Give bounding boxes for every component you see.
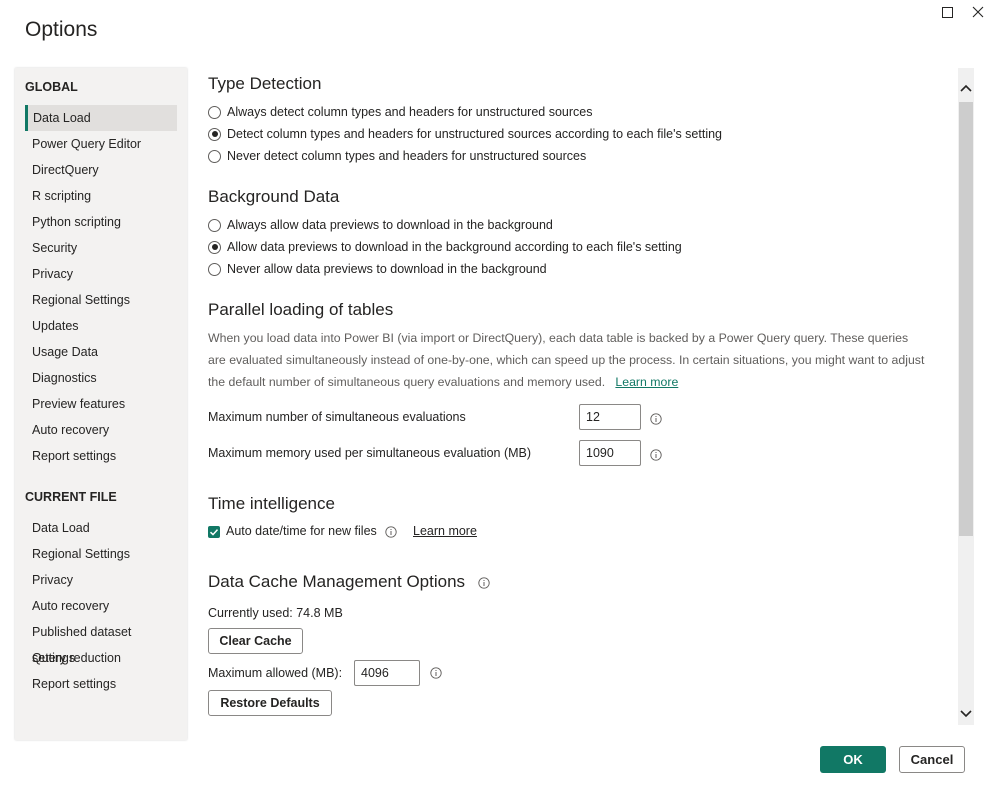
sidebar-item-published-dataset-settings[interactable]: Published dataset settings xyxy=(25,619,177,665)
background-data-option-per-file[interactable]: Allow data previews to download in the b… xyxy=(208,238,682,256)
parallel-loading-heading: Parallel loading of tables xyxy=(208,300,394,319)
sidebar-item-r-scripting[interactable]: R scripting xyxy=(25,183,177,209)
chevron-up-icon xyxy=(960,84,972,92)
radio-button[interactable] xyxy=(208,262,221,276)
sidebar-item-python-scripting[interactable]: Python scripting xyxy=(25,209,177,235)
sidebar-item-diagnostics[interactable]: Diagnostics xyxy=(25,365,177,391)
sidebar-item-current-auto-recovery[interactable]: Auto recovery xyxy=(25,593,177,619)
max-evaluations-input[interactable] xyxy=(579,404,641,430)
radio-label: Never allow data previews to download in… xyxy=(227,262,547,276)
global-section-header: GLOBAL xyxy=(25,80,78,94)
radio-button[interactable] xyxy=(208,149,221,163)
scroll-down-arrow[interactable] xyxy=(958,706,974,722)
chevron-down-icon xyxy=(960,710,972,718)
info-icon[interactable] xyxy=(478,577,490,589)
ok-button[interactable]: OK xyxy=(820,746,886,773)
time-intelligence-heading: Time intelligence xyxy=(208,494,335,513)
max-evaluations-label: Maximum number of simultaneous evaluatio… xyxy=(208,410,466,424)
info-icon[interactable] xyxy=(430,667,442,679)
current-file-section-header: CURRENT FILE xyxy=(25,490,117,504)
info-icon[interactable] xyxy=(385,526,397,538)
clear-cache-button[interactable]: Clear Cache xyxy=(208,628,303,654)
info-icon[interactable] xyxy=(650,413,662,425)
sidebar-item-current-regional-settings[interactable]: Regional Settings xyxy=(25,541,177,567)
close-icon xyxy=(972,6,984,18)
content-scrollbar[interactable] xyxy=(958,68,974,725)
checkmark-icon xyxy=(209,529,219,536)
restore-defaults-button[interactable]: Restore Defaults xyxy=(208,690,332,716)
sidebar-item-current-data-load[interactable]: Data Load xyxy=(25,515,177,541)
sidebar-item-security[interactable]: Security xyxy=(25,235,177,261)
radio-button[interactable] xyxy=(208,105,221,119)
background-data-heading: Background Data xyxy=(208,187,340,206)
type-detection-option-never[interactable]: Never detect column types and headers fo… xyxy=(208,147,586,165)
max-allowed-label: Maximum allowed (MB): xyxy=(208,666,343,680)
time-intelligence-learn-more-link[interactable]: Learn more xyxy=(413,524,477,538)
scroll-up-arrow[interactable] xyxy=(958,80,974,96)
options-sidebar: GLOBAL Data Load Power Query Editor Dire… xyxy=(15,68,187,740)
sidebar-item-power-query-editor[interactable]: Power Query Editor xyxy=(25,131,177,157)
sidebar-item-report-settings[interactable]: Report settings xyxy=(25,443,177,469)
cancel-button[interactable]: Cancel xyxy=(899,746,965,773)
type-detection-option-always[interactable]: Always detect column types and headers f… xyxy=(208,103,592,121)
close-button[interactable] xyxy=(967,2,989,22)
radio-button-selected[interactable] xyxy=(208,240,221,254)
sidebar-item-preview-features[interactable]: Preview features xyxy=(25,391,177,417)
sidebar-item-current-report-settings[interactable]: Report settings xyxy=(25,671,177,697)
data-cache-heading: Data Cache Management Options xyxy=(208,572,466,591)
auto-datetime-checkbox[interactable] xyxy=(208,526,220,538)
max-allowed-input[interactable] xyxy=(354,660,420,686)
options-content: Type Detection Always detect column type… xyxy=(208,0,953,740)
sidebar-item-auto-recovery[interactable]: Auto recovery xyxy=(25,417,177,443)
info-icon[interactable] xyxy=(650,449,662,461)
parallel-loading-description: When you load data into Power BI (via im… xyxy=(208,327,928,393)
background-data-option-never[interactable]: Never allow data previews to download in… xyxy=(208,260,547,278)
sidebar-item-global-data-load[interactable]: Data Load xyxy=(25,105,177,131)
max-memory-input[interactable] xyxy=(579,440,641,466)
max-memory-label: Maximum memory used per simultaneous eva… xyxy=(208,446,532,460)
scrollbar-thumb[interactable] xyxy=(959,102,973,536)
auto-datetime-label: Auto date/time for new files xyxy=(226,524,377,538)
description-text: When you load data into Power BI (via im… xyxy=(208,331,925,389)
radio-button[interactable] xyxy=(208,218,221,232)
radio-label: Always allow data previews to download i… xyxy=(227,218,553,232)
sidebar-item-query-reduction[interactable]: Query reduction xyxy=(25,645,177,671)
cache-currently-used: Currently used: 74.8 MB xyxy=(208,606,343,620)
sidebar-item-privacy[interactable]: Privacy xyxy=(25,261,177,287)
background-data-option-always[interactable]: Always allow data previews to download i… xyxy=(208,216,553,234)
type-detection-heading: Type Detection xyxy=(208,74,322,93)
sidebar-item-usage-data[interactable]: Usage Data xyxy=(25,339,177,365)
radio-button-selected[interactable] xyxy=(208,127,221,141)
radio-label: Never detect column types and headers fo… xyxy=(227,149,587,163)
sidebar-item-updates[interactable]: Updates xyxy=(25,313,177,339)
dialog-title: Options xyxy=(25,18,98,41)
radio-label: Allow data previews to download in the b… xyxy=(227,240,682,254)
learn-more-link[interactable]: Learn more xyxy=(615,375,678,389)
sidebar-item-directquery[interactable]: DirectQuery xyxy=(25,157,177,183)
radio-label: Always detect column types and headers f… xyxy=(227,105,593,119)
sidebar-item-current-privacy[interactable]: Privacy xyxy=(25,567,177,593)
sidebar-item-regional-settings[interactable]: Regional Settings xyxy=(25,287,177,313)
type-detection-option-per-file[interactable]: Detect column types and headers for unst… xyxy=(208,125,722,143)
radio-label: Detect column types and headers for unst… xyxy=(227,127,723,141)
